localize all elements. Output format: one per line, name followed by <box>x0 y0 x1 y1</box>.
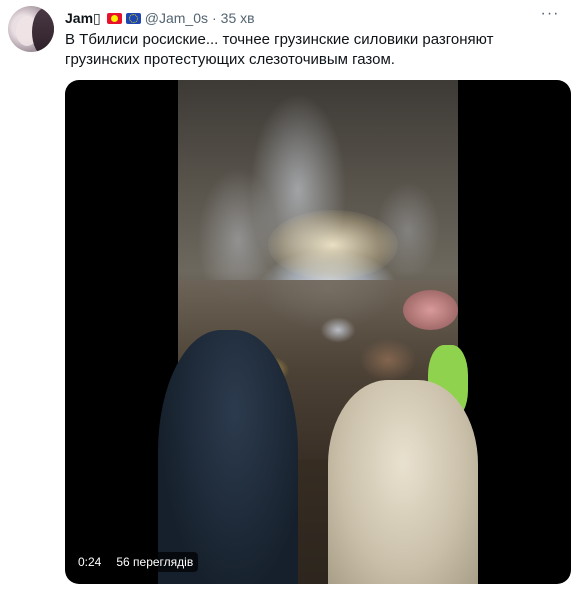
smoke-glow <box>268 210 398 280</box>
video-views: 56 переглядів <box>111 552 199 572</box>
author-handle[interactable]: @Jam_0s <box>145 10 208 26</box>
video-player[interactable]: 0:24 56 переглядів <box>65 80 571 584</box>
avatar[interactable] <box>8 6 54 52</box>
more-options-icon[interactable]: ··· <box>538 6 562 26</box>
video-duration: 0:24 <box>73 552 107 572</box>
eu-flag-icon <box>125 12 141 24</box>
video-overlay: 0:24 56 переглядів <box>73 552 199 572</box>
name-glyph: ▯ <box>93 9 101 26</box>
header-separator: · <box>211 10 217 26</box>
tweet[interactable]: Jam▯ @Jam_0s · 35 хв ··· В Тбилиси росис… <box>0 0 574 592</box>
tweet-header: Jam▯ @Jam_0s · 35 хв <box>65 8 255 28</box>
video-frame[interactable] <box>158 80 478 584</box>
avatar-hair <box>32 8 54 52</box>
tweet-timestamp[interactable]: 35 хв <box>221 10 255 26</box>
figure-foreground <box>328 380 478 584</box>
hood-figure <box>403 290 458 330</box>
author-name[interactable]: Jam▯ <box>65 10 101 27</box>
kyrgyzstan-flag-icon <box>106 12 122 24</box>
tweet-text: В Тбилиси росиские... точнее грузинские … <box>65 31 494 68</box>
head-foreground <box>158 330 298 584</box>
